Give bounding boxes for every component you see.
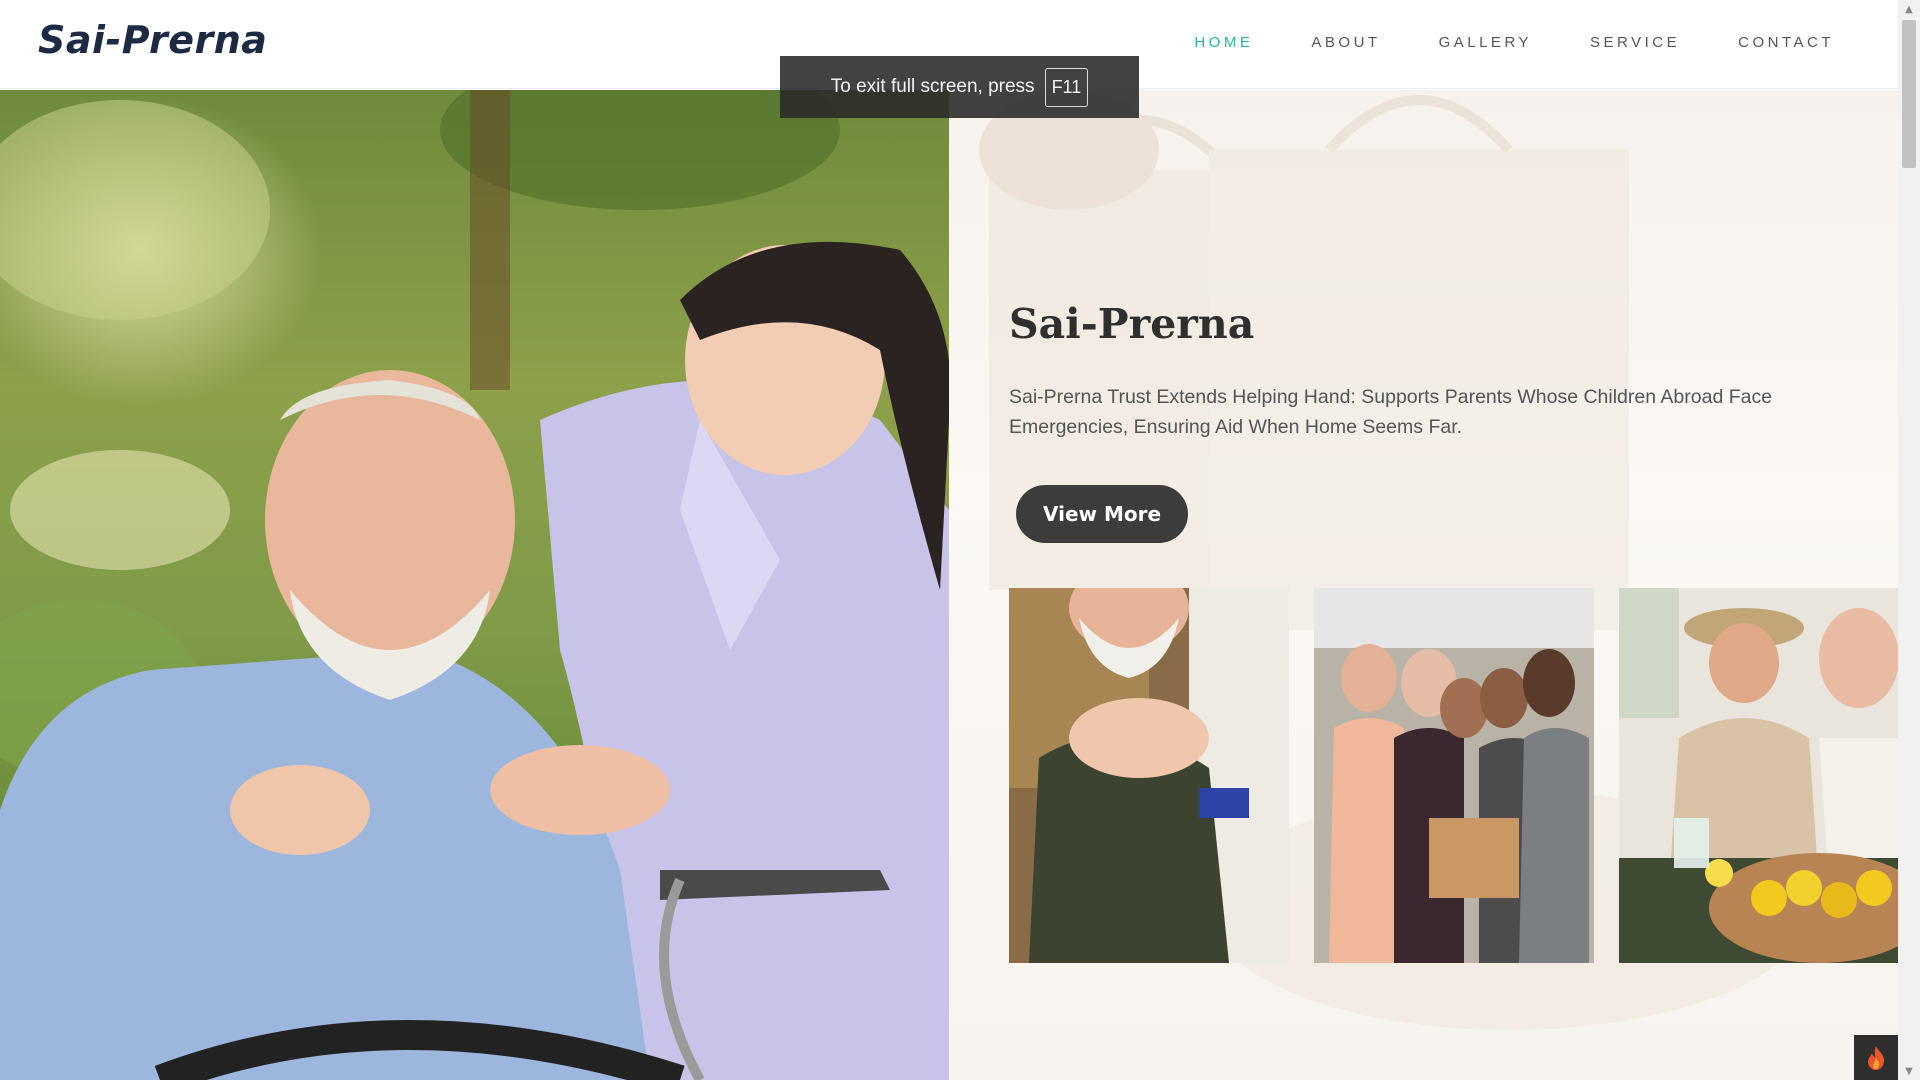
thumbnail-cooking[interactable] (1619, 588, 1898, 963)
page-scrollbar[interactable]: ▲ ▼ (1898, 0, 1920, 1080)
fullscreen-notice: To exit full screen, press F11 (780, 56, 1139, 118)
nav-service[interactable]: SERVICE (1590, 34, 1680, 51)
site-logo[interactable]: Sai-Prerna (38, 18, 267, 62)
thumbnail-elderly-care[interactable] (1009, 588, 1289, 963)
hero-title: Sai-Prerna (1009, 300, 1255, 348)
nav-gallery[interactable]: GALLERY (1439, 34, 1532, 51)
view-more-button[interactable]: View More (1016, 485, 1188, 543)
scroll-up-arrow-icon[interactable]: ▲ (1898, 0, 1920, 18)
hero-photo-illustration (0, 90, 949, 1080)
elderly-care-photo-icon (1009, 588, 1289, 963)
thumbnail-volunteers[interactable] (1314, 588, 1594, 963)
floating-fire-button[interactable] (1854, 1035, 1898, 1080)
hero-photo (0, 90, 949, 1080)
volunteers-group-photo-icon (1314, 588, 1594, 963)
scrollbar-thumb[interactable] (1902, 20, 1916, 168)
hero-description: Sai-Prerna Trust Extends Helping Hand: S… (1009, 386, 1773, 438)
hero-content-panel: Sai-Prerna Sai-Prerna Trust Extends Help… (949, 90, 1898, 1080)
main-nav: HOME ABOUT GALLERY SERVICE CONTACT (1136, 34, 1834, 51)
nav-home[interactable]: HOME (1194, 34, 1253, 51)
fullscreen-notice-text: To exit full screen, press (830, 76, 1035, 97)
fullscreen-key: F11 (1044, 67, 1089, 107)
nav-contact[interactable]: CONTACT (1738, 34, 1834, 51)
cooking-together-photo-icon (1619, 588, 1898, 963)
fire-icon (1868, 1045, 1885, 1070)
nav-about[interactable]: ABOUT (1311, 34, 1380, 51)
scroll-down-arrow-icon[interactable]: ▼ (1898, 1062, 1920, 1080)
